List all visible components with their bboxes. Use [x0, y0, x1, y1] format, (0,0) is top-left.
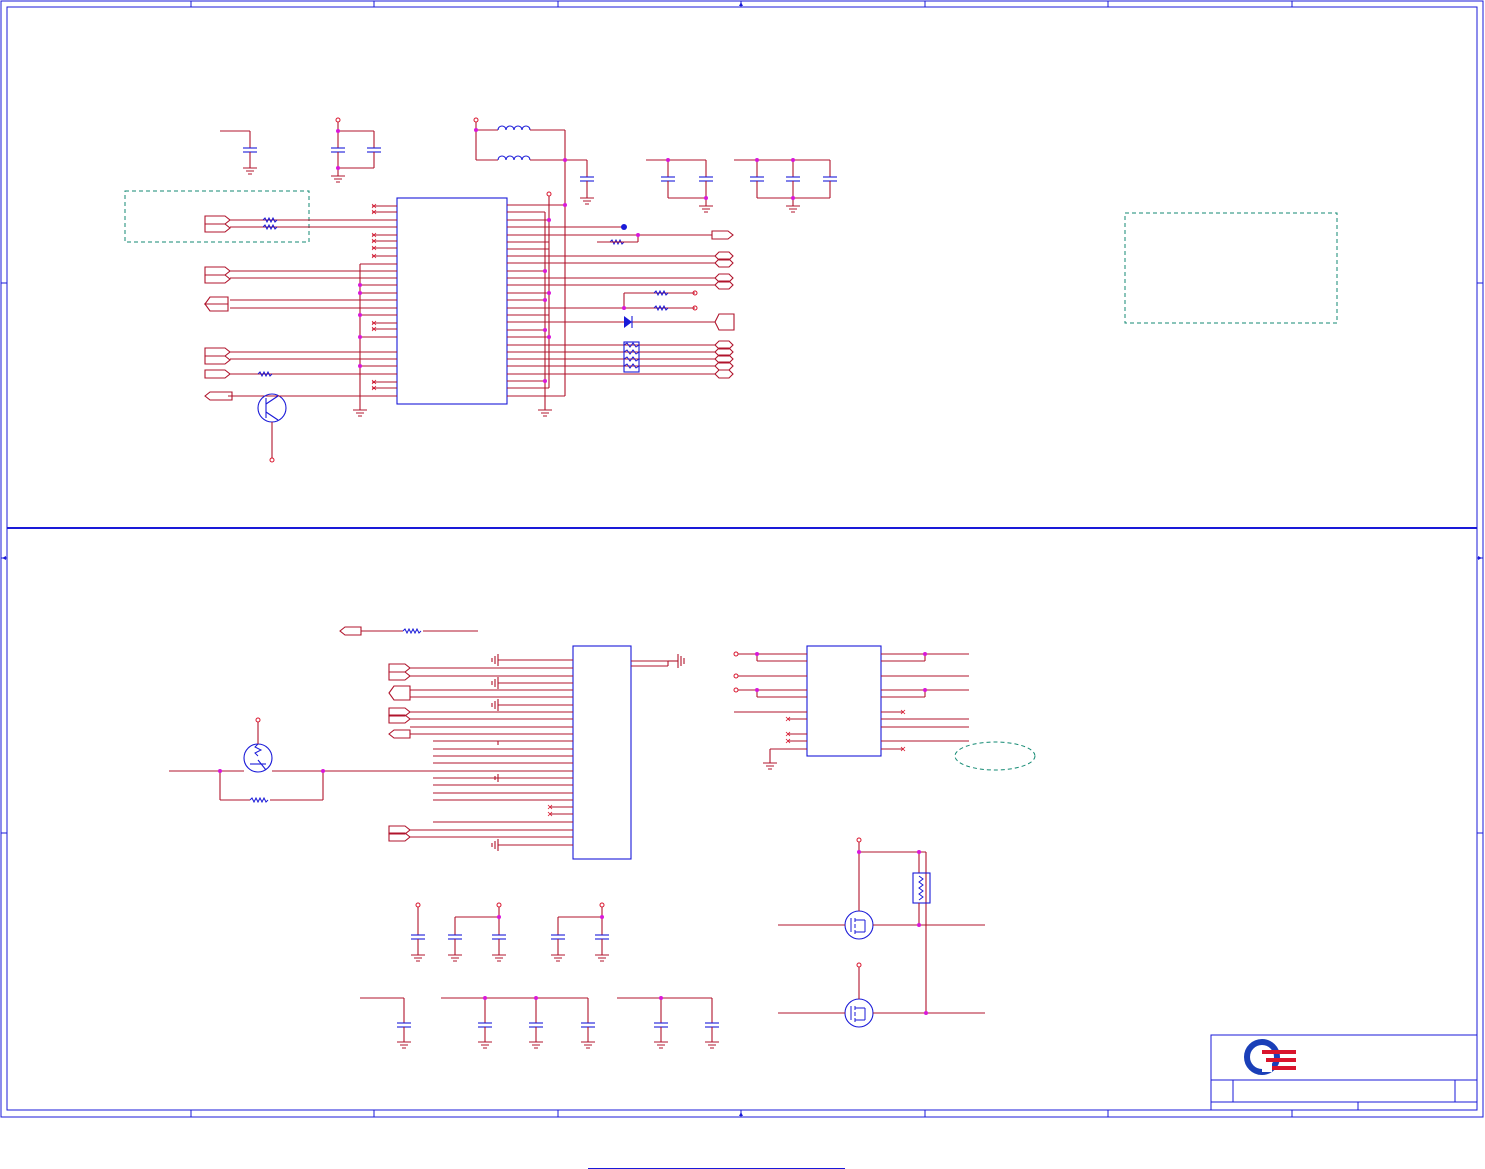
diode-symbol	[624, 316, 633, 328]
capacitor-symbol	[220, 122, 837, 206]
off-page-connectors-top-right	[692, 230, 735, 379]
company-logo	[1244, 1039, 1296, 1075]
capacitor-symbol	[360, 902, 719, 1049]
footer-link[interactable]	[588, 1152, 845, 1169]
ic-top-right-pins	[507, 130, 715, 410]
off-page-connectors-bottom-left	[388, 663, 411, 842]
ic-secondary-pins	[733, 651, 969, 770]
ic-main-bottom	[572, 645, 632, 860]
fuse-symbol	[857, 850, 931, 1015]
resistor-array	[623, 341, 640, 373]
sheet-frame	[0, 0, 1484, 1118]
test-point	[621, 224, 627, 230]
zone-marker	[2, 2, 1482, 1116]
ic-main-top	[396, 197, 508, 405]
note-ellipse	[954, 741, 1036, 771]
transistor-symbol	[257, 393, 360, 463]
schematic-canvas	[0, 0, 1484, 1118]
ic-secondary-bottom	[806, 645, 882, 757]
note-box-right	[1124, 212, 1338, 324]
mosfet-symbol	[778, 837, 985, 1028]
no-connect-marks-top-left	[371, 203, 377, 391]
ic-bottom-pins	[410, 654, 685, 851]
bottom-input-resistor	[339, 626, 478, 636]
